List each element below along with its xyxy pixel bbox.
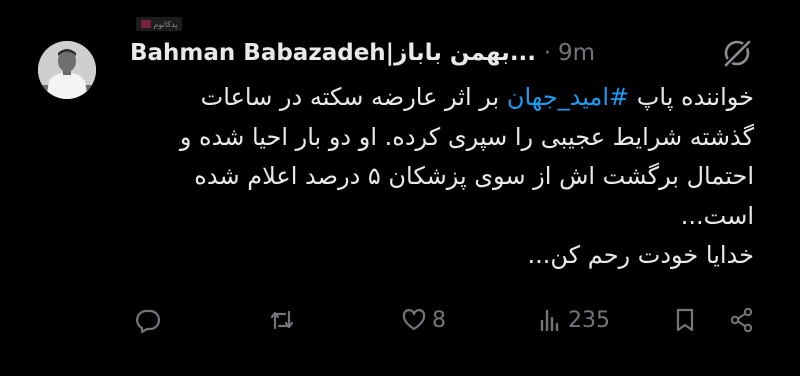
reply-button[interactable] bbox=[134, 306, 162, 334]
watermark-label: پدکاتوم bbox=[153, 19, 178, 29]
tweet-line-1: خواننده پاپ #امید_جهان بر اثر عارضه سکته… bbox=[130, 78, 754, 118]
retweet-icon bbox=[270, 310, 294, 330]
views-icon bbox=[540, 309, 559, 332]
views-button[interactable]: 235 bbox=[536, 306, 610, 334]
bookmark-button[interactable] bbox=[671, 306, 699, 334]
reply-icon bbox=[136, 309, 161, 334]
avatar-photo bbox=[38, 41, 96, 99]
grok-icon[interactable] bbox=[720, 36, 754, 70]
hashtag-link[interactable]: #امید_جهان bbox=[507, 83, 629, 111]
tweet-line-1-suffix: بر اثر عارضه سکته در ساعات bbox=[200, 83, 500, 111]
bookmark-icon bbox=[676, 308, 694, 332]
retweet-button[interactable] bbox=[268, 306, 296, 334]
tweet-text: خواننده پاپ #امید_جهان بر اثر عارضه سکته… bbox=[130, 78, 754, 276]
tweet-line-3: احتمال برگشت اش از سوی پزشکان ۵ درصد اعل… bbox=[194, 162, 754, 190]
like-count: 8 bbox=[432, 307, 446, 333]
watermark-badge: پدکاتوم bbox=[136, 17, 182, 31]
separator-dot: · bbox=[544, 40, 552, 66]
share-icon bbox=[730, 307, 753, 333]
heart-icon bbox=[402, 309, 426, 331]
avatar[interactable] bbox=[38, 41, 96, 99]
views-count: 235 bbox=[568, 307, 610, 333]
share-button[interactable] bbox=[728, 306, 756, 334]
tweet-line-4: است... bbox=[680, 201, 754, 230]
action-bar: 8 235 bbox=[130, 306, 770, 346]
like-button[interactable]: 8 bbox=[400, 306, 446, 334]
tweet-line-5: خدایا خودت رحم کن... bbox=[527, 241, 754, 269]
timestamp[interactable]: 9m bbox=[558, 40, 595, 66]
display-name[interactable]: Bahman Babazadeh|بهمن باباز... bbox=[130, 40, 536, 66]
watermark-logo-icon bbox=[140, 20, 151, 28]
tweet-line-2: گذشته شرایط عجیبی را سپری کرده. او دو با… bbox=[179, 122, 754, 151]
tweet-line-1-prefix: خواننده پاپ bbox=[636, 83, 754, 111]
tweet-header: Bahman Babazadeh|بهمن باباز... · 9m bbox=[130, 33, 780, 73]
